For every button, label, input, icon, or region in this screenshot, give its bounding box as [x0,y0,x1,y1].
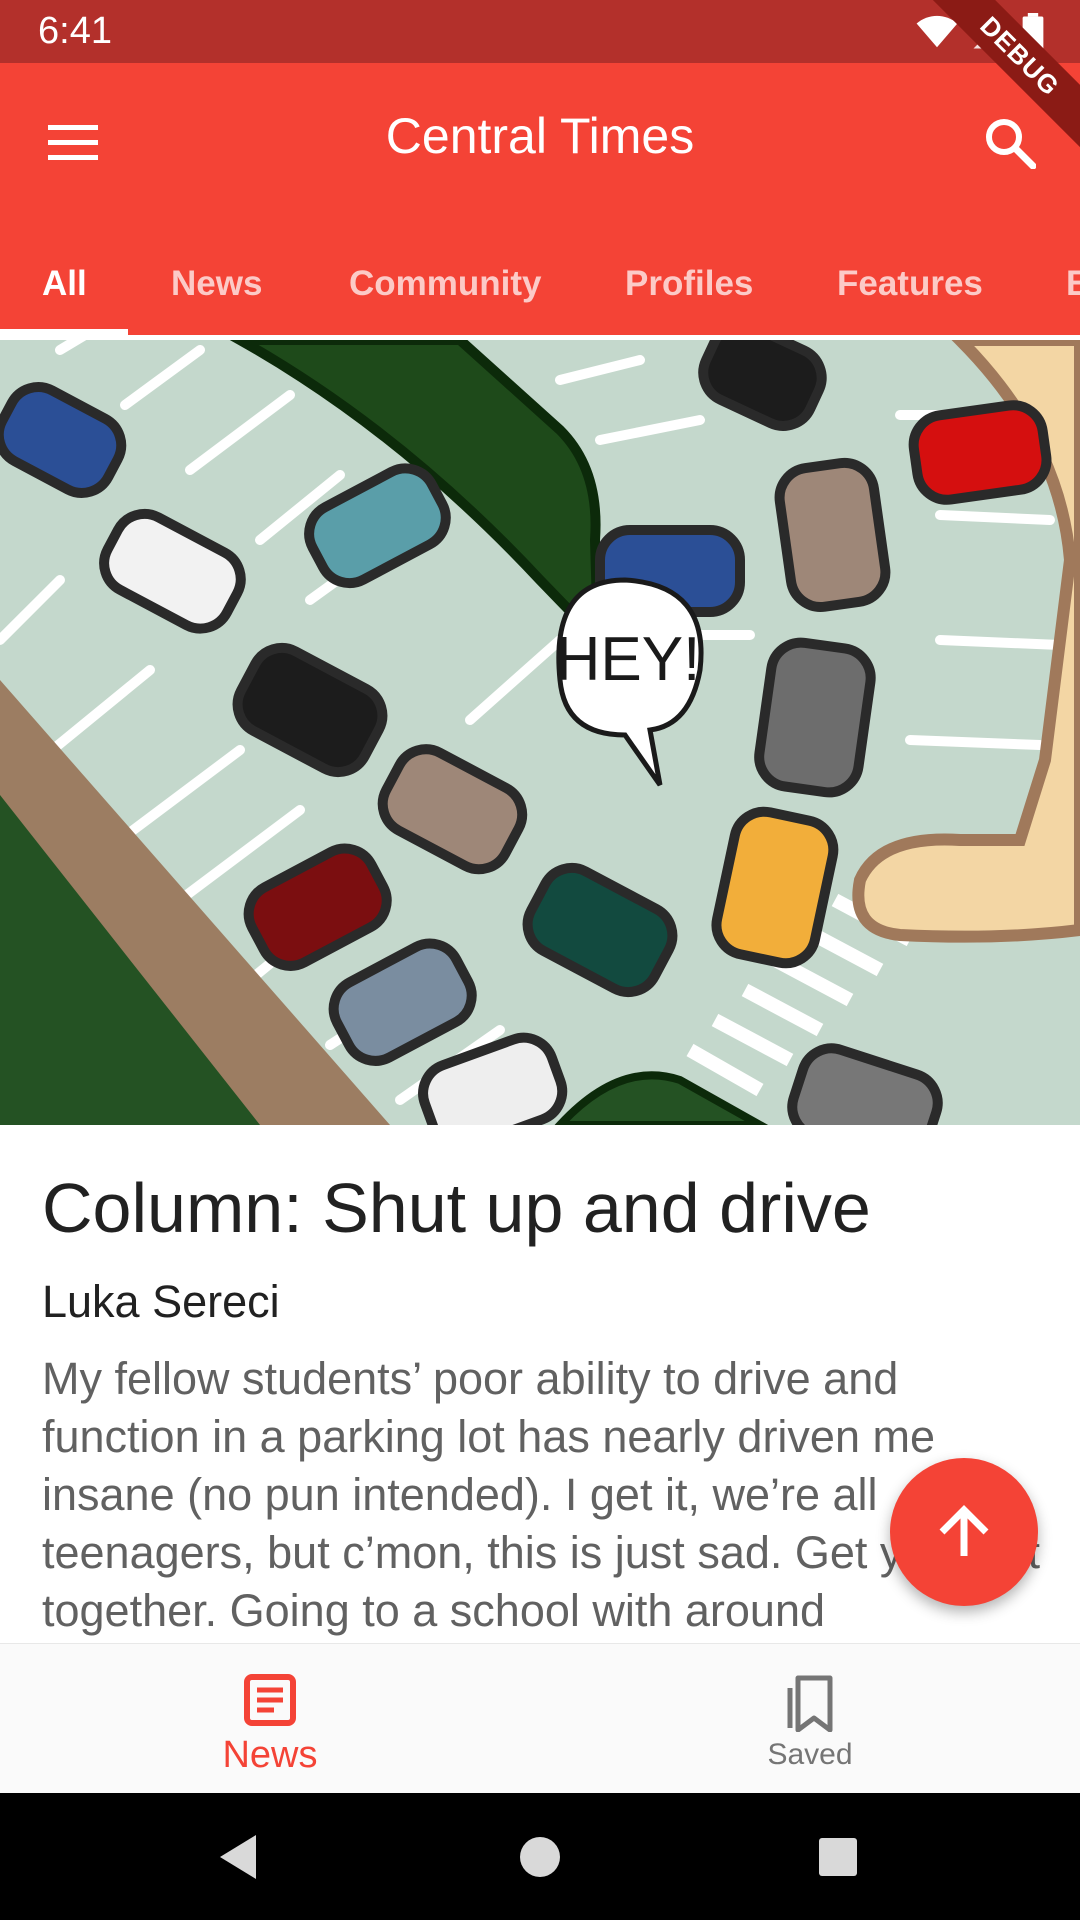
speech-bubble-text: HEY! [556,625,701,694]
tab-more[interactable]: E [1066,233,1080,335]
category-tabs: All News Community Profiles Features E [0,233,1080,335]
bookmarks-icon [787,1675,833,1732]
tab-community[interactable]: Community [349,233,542,335]
bottom-navigation: News Saved [0,1643,1080,1794]
search-icon [986,119,1036,169]
nav-label-news: News [222,1734,318,1776]
article-author: Luka Sereci [42,1276,280,1327]
nav-item-news[interactable]: News [0,1644,540,1794]
article-icon [244,1674,296,1726]
home-button[interactable] [502,1819,578,1895]
nav-item-saved[interactable]: Saved [540,1644,1080,1794]
arrow-up-icon [939,1505,989,1556]
app-title: Central Times [385,108,695,164]
status-time: 6:41 [38,10,112,52]
parking-lot-illustration: HEY! [0,340,1080,1125]
status-bar: 6:41 [0,0,1080,63]
home-circle-icon [520,1837,560,1877]
scroll-to-top-button[interactable] [890,1458,1038,1606]
recents-square-icon [819,1838,857,1876]
recents-button[interactable] [800,1819,876,1895]
tab-features[interactable]: Features [837,233,983,335]
nav-label-saved: Saved [767,1738,853,1771]
tab-indicator [0,329,128,335]
back-triangle-icon [220,1835,256,1879]
wifi-icon [916,15,958,48]
article-title[interactable]: Column: Shut up and drive [42,1168,1042,1248]
search-button[interactable] [970,103,1050,183]
tab-news[interactable]: News [171,233,262,335]
system-navigation-bar [0,1793,1080,1920]
tab-all[interactable]: All [42,233,87,335]
tab-profiles[interactable]: Profiles [625,233,753,335]
app-bar: Central Times All News Community Profile… [0,63,1080,335]
article-hero-image[interactable]: HEY! [0,340,1080,1125]
back-button[interactable] [200,1819,276,1895]
